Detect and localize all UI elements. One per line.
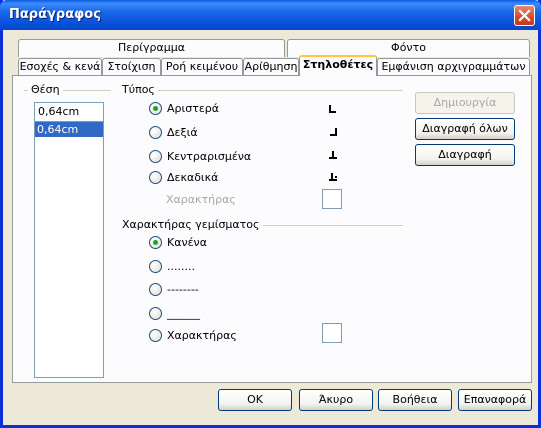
radio-label: Χαρακτήρας xyxy=(167,329,237,342)
tab-right-icon xyxy=(328,127,338,137)
radio-label: Κανένα xyxy=(167,236,207,249)
cancel-button[interactable]: Άκυρο xyxy=(299,389,373,411)
delete-all-button[interactable]: Διαγραφή όλων xyxy=(415,118,515,140)
button-label: Επαναφορά xyxy=(463,393,527,406)
tab-label: Περίγραμμα xyxy=(118,41,185,54)
tab-label: Αρίθμηση xyxy=(244,60,298,73)
close-button[interactable] xyxy=(514,5,535,26)
position-list[interactable]: 0,64cm xyxy=(34,121,104,378)
tab-center-icon xyxy=(328,150,338,160)
type-group-line xyxy=(121,90,403,91)
button-label: Διαγραφή όλων xyxy=(422,122,508,135)
paragraph-dialog: Παράγραφος Περίγραμμα Φόντο Εσοχές & κεν… xyxy=(0,0,541,428)
tab-decimal-icon xyxy=(328,172,338,182)
close-icon xyxy=(518,9,531,22)
radio-label: ______ xyxy=(167,307,200,320)
tab-indents-spacing[interactable]: Εσοχές & κενά xyxy=(18,58,102,76)
button-label: OK xyxy=(247,393,263,406)
fill-character-input[interactable] xyxy=(322,323,342,343)
tab-label: Ροή κειμένου xyxy=(165,60,239,73)
title-bar[interactable]: Παράγραφος xyxy=(0,0,541,30)
radio-label: -------- xyxy=(167,283,199,296)
radio-dot xyxy=(149,126,162,139)
button-label: Βοήθεια xyxy=(392,393,438,406)
button-label: Διαγραφή xyxy=(438,148,492,161)
ok-button[interactable]: OK xyxy=(218,389,292,411)
tab-tabs[interactable]: Στηλοθέτες xyxy=(299,55,377,76)
tab-numbering[interactable]: Αρίθμηση xyxy=(243,58,299,76)
button-label: Άκυρο xyxy=(318,393,354,406)
tab-text-flow[interactable]: Ροή κειμένου xyxy=(161,58,243,76)
radio-label: Δεκαδικά xyxy=(167,171,219,184)
tab-label: Φόντο xyxy=(391,41,426,54)
position-input-value: 0,64cm xyxy=(38,105,80,118)
tab-alignment[interactable]: Στοίχιση xyxy=(102,58,161,76)
type-character-label: Χαρακτήρας xyxy=(166,193,236,206)
delete-button[interactable]: Διαγραφή xyxy=(415,144,515,166)
radio-label: Κεντραρισμένα xyxy=(167,150,252,163)
radio-dot xyxy=(149,283,162,296)
radio-dot xyxy=(149,171,162,184)
radio-dot xyxy=(149,150,162,163)
tab-label: Εσοχές & κενά xyxy=(19,60,101,73)
tab-left-icon xyxy=(328,104,338,114)
reset-button[interactable]: Επαναφορά xyxy=(458,389,532,411)
button-label: Δημιουργία xyxy=(433,96,497,109)
radio-label: Δεξιά xyxy=(167,126,198,139)
new-button[interactable]: Δημιουργία xyxy=(415,92,515,114)
fill-group-label: Χαρακτήρας γεμίσματος xyxy=(119,218,263,231)
tab-label: Εμφάνιση αρχιγραμμάτων xyxy=(381,60,526,73)
tab-drop-caps[interactable]: Εμφάνιση αρχιγραμμάτων xyxy=(377,58,530,76)
list-item-label: 0,64cm xyxy=(37,123,79,136)
radio-dot xyxy=(149,236,162,249)
radio-label: ........ xyxy=(167,260,195,273)
list-item[interactable]: 0,64cm xyxy=(35,122,103,137)
radio-dot xyxy=(149,102,162,115)
help-button[interactable]: Βοήθεια xyxy=(378,389,452,411)
tab-label: Στηλοθέτες xyxy=(302,58,374,71)
tab-borders[interactable]: Περίγραμμα xyxy=(18,39,285,57)
radio-dot xyxy=(149,307,162,320)
radio-dot xyxy=(149,260,162,273)
position-input[interactable]: 0,64cm xyxy=(34,102,104,122)
radio-label: Αριστερά xyxy=(167,102,220,115)
position-group-label: Θέση xyxy=(28,83,63,96)
window-title: Παράγραφος xyxy=(9,7,101,22)
tab-label: Στοίχιση xyxy=(107,60,156,73)
type-character-input[interactable] xyxy=(322,189,342,209)
radio-dot xyxy=(149,329,162,342)
type-group-label: Τύπος xyxy=(119,83,158,96)
